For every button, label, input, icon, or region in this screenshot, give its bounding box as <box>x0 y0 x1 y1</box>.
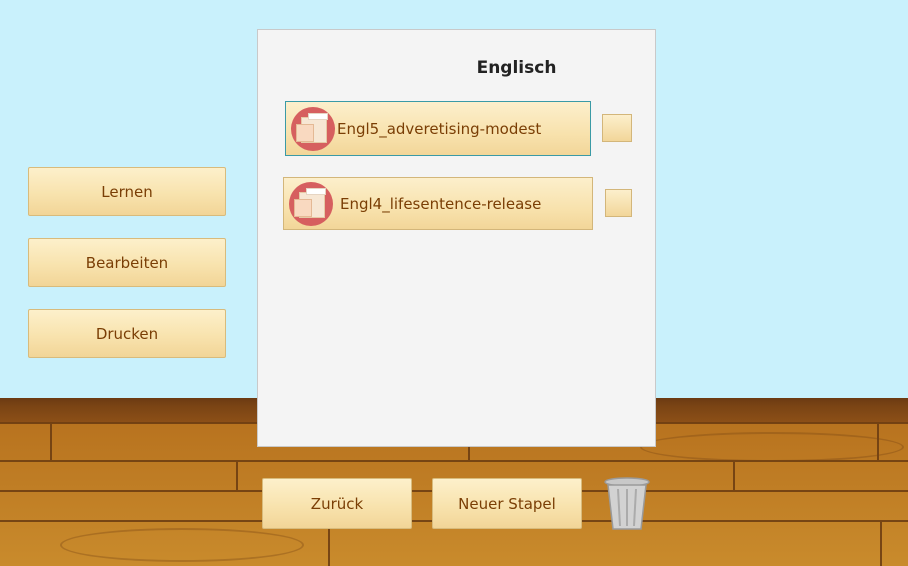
deck-item[interactable]: Engl5_adveretising-modest <box>285 101 591 156</box>
floor-plank-seam <box>733 462 735 490</box>
card-box-icon <box>289 181 333 226</box>
floor-plank-seam <box>236 462 238 490</box>
deck-item-label: Engl5_adveretising-modest <box>337 119 542 138</box>
deck-item-option-button[interactable] <box>602 114 632 142</box>
new-deck-button[interactable]: Neuer Stapel <box>432 478 582 529</box>
back-button[interactable]: Zurück <box>262 478 412 529</box>
floor-plank-seam <box>50 424 52 460</box>
edit-button[interactable]: Bearbeiten <box>28 238 226 287</box>
panel-title: Englisch <box>476 58 557 78</box>
learn-button[interactable]: Lernen <box>28 167 226 216</box>
deck-item-label: Engl4_lifesentence-release <box>340 194 542 213</box>
card-box-icon <box>291 106 335 151</box>
floor-plank-seam <box>880 522 882 566</box>
print-button[interactable]: Drucken <box>28 309 226 358</box>
deck-list-panel: Englisch <box>257 29 656 447</box>
deck-item-option-button[interactable] <box>605 189 632 217</box>
floor-wood-grain <box>640 432 904 462</box>
trash-can-icon[interactable] <box>603 476 651 532</box>
deck-item[interactable]: Engl4_lifesentence-release <box>283 177 593 230</box>
floor-wood-grain <box>60 528 304 562</box>
